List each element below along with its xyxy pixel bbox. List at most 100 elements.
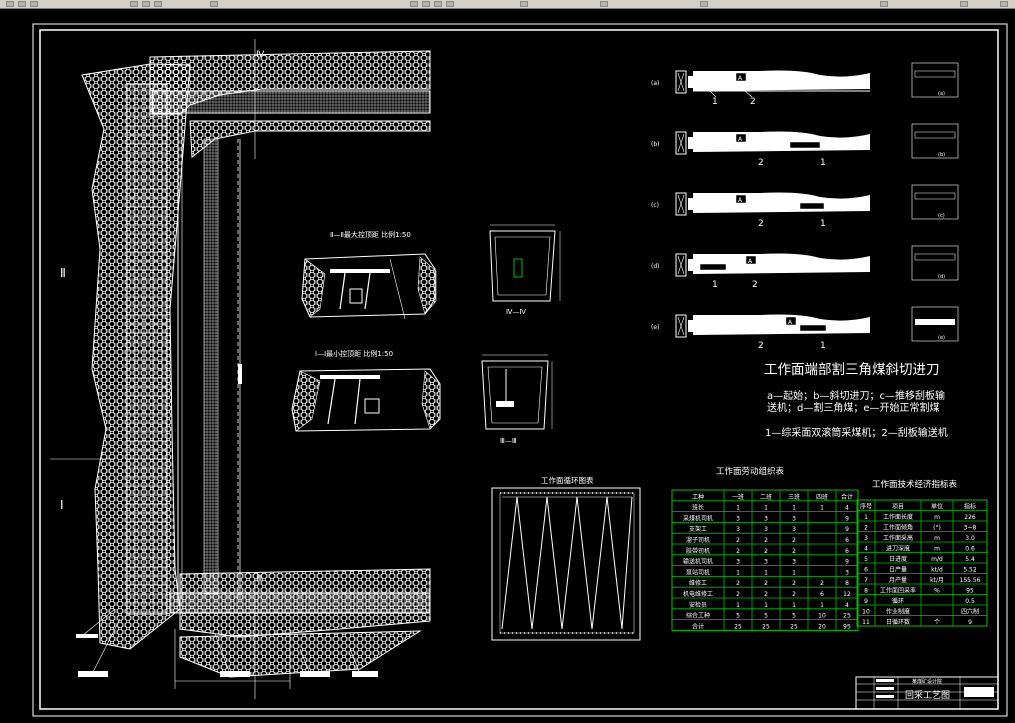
labor-table-header-cell: 二班 bbox=[760, 493, 772, 501]
svg-text:1: 1 bbox=[820, 219, 826, 229]
toolbar-button[interactable] bbox=[154, 1, 162, 7]
toolbar-button[interactable] bbox=[410, 1, 418, 7]
tech-table-cell: 155.56 bbox=[960, 577, 981, 584]
tech-table-cell: 工作面倾角 bbox=[883, 524, 913, 532]
labor-table-cell: 3 bbox=[792, 559, 796, 566]
tech-table: 工作面技术经济指标表 序号 项目 单位 指标 1 工作面长度 m 226 2 工作面倾角 (°) 3~… bbox=[856, 479, 988, 627]
toolbar-button[interactable] bbox=[1000, 1, 1008, 7]
cycle-chart-title: 工作面循环图表 bbox=[541, 475, 594, 485]
toolbar-button[interactable] bbox=[142, 1, 150, 7]
svg-text:1: 1 bbox=[712, 97, 718, 107]
toolbar-button[interactable] bbox=[434, 1, 442, 7]
cutting-legend-1: a—起始；b—斜切进刀；c—推移刮板输 bbox=[767, 389, 945, 402]
toolbar-button[interactable] bbox=[422, 1, 430, 7]
support-column bbox=[126, 83, 168, 615]
labor-table-cell: 1 bbox=[792, 569, 796, 576]
section-mark-I-left: Ⅰ bbox=[60, 498, 64, 512]
svg-text:1: 1 bbox=[820, 158, 826, 168]
toolbar-button[interactable] bbox=[960, 1, 968, 7]
toolbar-button[interactable] bbox=[446, 1, 454, 7]
svg-text:2: 2 bbox=[758, 219, 764, 229]
svg-text:2: 2 bbox=[752, 280, 758, 290]
cut-step-b: (b) A 2 1 (b) bbox=[651, 123, 959, 168]
labor-table-header-cell: 工种 bbox=[692, 493, 704, 501]
tech-table-cell: 8 bbox=[864, 588, 868, 595]
section-IV-label: Ⅳ—Ⅳ bbox=[506, 308, 526, 316]
title-block: 某煤矿设计院 回采工艺图 bbox=[855, 676, 999, 710]
toolbar-button[interactable] bbox=[520, 1, 528, 7]
cad-drawing: Ⅱ Ⅰ Ⅳ Ⅲ Ⅱ—Ⅱ最大控顶距 比例1:50 Ⅰ—Ⅰ最小控顶距 比例1:50 … bbox=[32, 23, 1008, 717]
svg-text:2: 2 bbox=[750, 97, 756, 107]
toolbar-button[interactable] bbox=[600, 1, 608, 7]
gob-bottom-hatch-2 bbox=[179, 630, 422, 678]
drawing-canvas[interactable]: Ⅱ Ⅰ Ⅳ Ⅲ Ⅱ—Ⅱ最大控顶距 比例1:50 Ⅰ—Ⅰ最小控顶距 比例1:50 … bbox=[0, 9, 1015, 719]
labor-table-cell: 9 bbox=[845, 526, 849, 533]
tech-table-title: 工作面技术经济指标表 bbox=[872, 479, 958, 490]
labor-table-cell: 溜子司机 bbox=[686, 536, 710, 544]
labor-table: 工作面劳动组织表 工种 一班 二班 三班 四班 合计班长 1 1 1 1 4采煤机司机 3 3 3 9支架工… bbox=[671, 466, 859, 631]
labor-table-cell: 8 bbox=[845, 580, 849, 587]
labor-table-title: 工作面劳动组织表 bbox=[716, 466, 785, 477]
toolbar-button[interactable] bbox=[6, 1, 14, 7]
labor-table-cell: 安检员 bbox=[689, 601, 707, 609]
cut-step-c: (c) A 2 1 (c) bbox=[651, 184, 959, 229]
tech-table-cell: 5.52 bbox=[963, 567, 977, 574]
tech-table-cell: m bbox=[934, 546, 940, 553]
toolbar-button[interactable] bbox=[130, 1, 138, 7]
cutting-title: 工作面端部割三角煤斜切进刀 bbox=[764, 361, 940, 378]
labor-table-cell: 2 bbox=[792, 580, 796, 587]
labor-table-cell: 9 bbox=[845, 515, 849, 522]
labor-table-cell: 20 bbox=[818, 623, 826, 630]
labor-table-cell: 25 bbox=[734, 623, 742, 630]
tech-table-cell: 6 bbox=[864, 567, 868, 574]
tech-table-cell: 226 bbox=[964, 514, 976, 521]
tech-table-cell: 3.0 bbox=[965, 535, 975, 542]
cutting-legend-3: 1—综采面双滚筒采煤机；2—刮板输送机 bbox=[765, 426, 948, 439]
labor-table-cell: 3 bbox=[764, 515, 768, 522]
titleblock-company: 某煤矿设计院 bbox=[912, 678, 942, 685]
labor-table-cell: 1 bbox=[792, 602, 796, 609]
titleblock-drawing-name: 回采工艺图 bbox=[905, 690, 950, 701]
labor-table-cell: 6 bbox=[845, 537, 849, 544]
cutting-steps: (a) A 1 2 (a) (b) A 2 1 (b) (c) A 2 1 (c… bbox=[651, 62, 959, 351]
tech-table-cell: 进刀深度 bbox=[886, 545, 910, 553]
svg-text:(e): (e) bbox=[651, 324, 659, 331]
svg-text:(e): (e) bbox=[938, 335, 945, 341]
svg-text:(c): (c) bbox=[651, 202, 659, 209]
tech-table-cell: 1 bbox=[864, 514, 868, 521]
labor-table-cell: 6 bbox=[820, 591, 824, 598]
toolbar-button[interactable] bbox=[880, 1, 888, 7]
labor-table-cell: 6 bbox=[845, 548, 849, 555]
toolbar-button[interactable] bbox=[210, 1, 218, 7]
labor-table-cell: 2 bbox=[764, 580, 768, 587]
tech-table-cell: 个 bbox=[934, 619, 940, 626]
labor-table-cell: 1 bbox=[764, 602, 768, 609]
svg-text:(d): (d) bbox=[651, 263, 660, 270]
toolbar-button[interactable] bbox=[30, 1, 38, 7]
tech-table-cell: 日进度 bbox=[889, 555, 907, 563]
labor-table-cell: 机电维修工 bbox=[683, 590, 713, 598]
labor-table-cell: 4 bbox=[845, 602, 849, 609]
tech-table-cell: 0.6 bbox=[965, 546, 975, 553]
labor-table-cell: 3 bbox=[845, 569, 849, 576]
tech-table-cell: 11 bbox=[862, 619, 870, 626]
tech-table-cell: 3 bbox=[864, 535, 868, 542]
svg-text:2: 2 bbox=[758, 341, 764, 351]
tech-table-cell: kt/d bbox=[931, 567, 943, 574]
labor-table-cell: 维修工 bbox=[689, 579, 707, 587]
tech-table-cell: 3~8 bbox=[964, 525, 977, 532]
cut-step-a: (a) A 1 2 (a) bbox=[651, 62, 959, 107]
tech-table-cell: 月产量 bbox=[889, 576, 907, 584]
tech-table-cell: 循环 bbox=[892, 597, 904, 605]
toolbar-button[interactable] bbox=[700, 1, 708, 7]
tech-table-cell: (°) bbox=[933, 525, 941, 532]
labor-table-cell: 1 bbox=[736, 602, 740, 609]
labor-table-cell: 1 bbox=[820, 602, 824, 609]
tech-table-header-cell: 序号 bbox=[860, 503, 872, 511]
svg-text:(b): (b) bbox=[938, 152, 945, 158]
svg-text:2: 2 bbox=[758, 158, 764, 168]
toolbar-button[interactable] bbox=[18, 1, 26, 7]
labor-table-cell: 25 bbox=[790, 623, 798, 630]
svg-text:1: 1 bbox=[712, 280, 718, 290]
labor-table-header-cell: 三班 bbox=[788, 493, 800, 501]
